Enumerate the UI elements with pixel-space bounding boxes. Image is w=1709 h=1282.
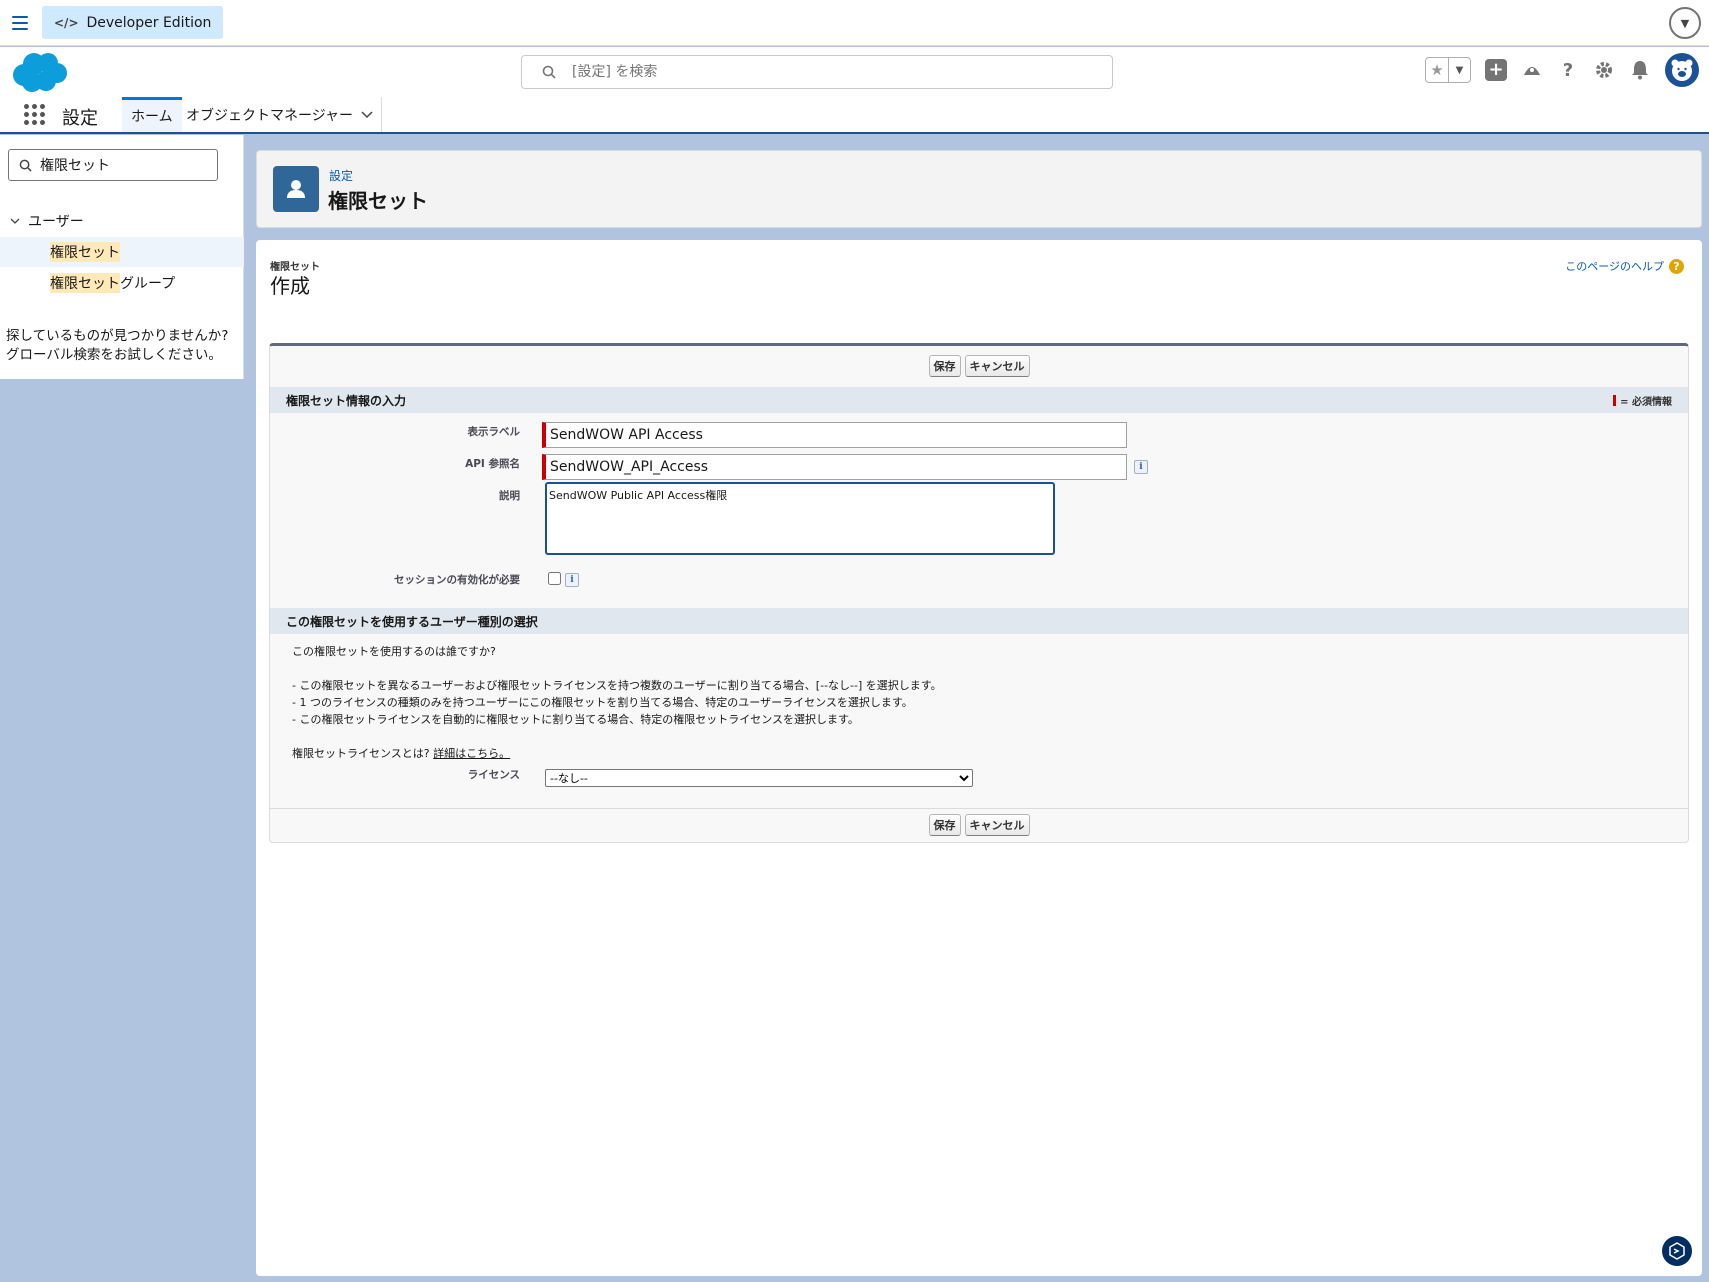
details-link[interactable]: 詳細はこちら。 xyxy=(433,747,510,760)
license-select[interactable]: --なし-- xyxy=(545,769,973,787)
quick-find-input[interactable] xyxy=(40,157,210,173)
divider xyxy=(270,808,1688,809)
user-type-bullet-2: - 1 つのライセンスの種類のみを持つユーザーにこの権限セットを割り当てる場合、… xyxy=(292,696,913,709)
help-icon[interactable]: ? xyxy=(1557,59,1579,81)
save-button[interactable]: 保存 xyxy=(928,355,961,377)
sidebar-help-line1: 探しているものが見つかりませんか? xyxy=(6,328,229,344)
license-help: 権限セットライセンスとは? 詳細はこちら。 xyxy=(292,745,510,762)
sidebar-item-highlight: 権限セット xyxy=(50,273,120,293)
tab-home-label: ホーム xyxy=(131,109,173,125)
global-search[interactable] xyxy=(521,55,1113,89)
main-content: 権限セット 作成 このページのヘルプ ? 保存 キャンセル 権限セット情報の入力… xyxy=(256,240,1702,1276)
api-name-input[interactable] xyxy=(542,454,1127,480)
favorites-dropdown-icon[interactable]: ▼ xyxy=(1448,58,1470,82)
top-bar: </> Developer Edition ▼ xyxy=(0,0,1709,46)
description-label: 説明 xyxy=(499,490,520,502)
search-icon xyxy=(542,65,556,79)
tree-group-label: ユーザー xyxy=(28,214,84,230)
trailhead-icon[interactable] xyxy=(1521,59,1543,81)
required-marker xyxy=(1613,395,1617,406)
save-button[interactable]: 保存 xyxy=(928,814,961,836)
section-title: この権限セットを使用するユーザー種別の選択 xyxy=(286,614,538,629)
user-type-bullet-3: - この権限セットライセンスを自動的に権限セットに割り当てる場合、特定の権限セッ… xyxy=(292,713,859,726)
label-field-input[interactable] xyxy=(542,422,1127,448)
page-help-link[interactable]: このページのヘルプ ? xyxy=(1565,258,1684,274)
chevron-down-icon[interactable] xyxy=(10,218,20,225)
tree-group-users[interactable]: ユーザー xyxy=(10,211,84,231)
bell-icon[interactable] xyxy=(1629,59,1651,81)
assistant-icon[interactable] xyxy=(1662,1236,1692,1266)
sidebar-item-permission-set-groups[interactable]: 権限セット グループ xyxy=(0,268,244,298)
session-required-label: セッションの有効化が必要 xyxy=(394,574,520,586)
cancel-button[interactable]: キャンセル xyxy=(964,814,1030,836)
edition-label: Developer Edition xyxy=(86,14,212,31)
global-search-input[interactable] xyxy=(572,64,1052,80)
gear-icon[interactable] xyxy=(1593,59,1615,81)
sidebar-help-text: 探しているものが見つかりませんか? グローバル検索をお試しください。 xyxy=(6,327,228,365)
favorites-star-icon[interactable]: ★ xyxy=(1426,58,1448,82)
setup-sidebar: ユーザー 権限セット 権限セットグループ 探しているものが見つかりませんか? グ… xyxy=(0,135,244,379)
license-question: 権限セットライセンスとは? xyxy=(292,747,430,760)
help-icon: ? xyxy=(1669,258,1684,274)
tab-object-manager[interactable]: オブジェクトマネージャー xyxy=(178,97,382,132)
add-icon[interactable]: + xyxy=(1485,59,1507,81)
avatar[interactable] xyxy=(1665,53,1699,87)
section-header-user-type: この権限セットを使用するユーザー種別の選択 xyxy=(270,608,1688,634)
edit-form-block: 保存 キャンセル 権限セット情報の入力 = 必須情報 表示ラベル API 参照名… xyxy=(269,343,1689,843)
quick-find[interactable] xyxy=(8,149,218,181)
bottom-button-row: 保存 キャンセル xyxy=(270,814,1688,836)
chevron-down-icon[interactable] xyxy=(361,110,373,119)
app-nav-bar: 設定 ホーム オブジェクトマネージャー xyxy=(0,97,1709,134)
app-name: 設定 xyxy=(62,108,98,129)
user-type-question: この権限セットを使用するのは誰ですか? xyxy=(292,645,496,658)
tab-home[interactable]: ホーム xyxy=(122,97,182,132)
header-icons: ★ ▼ + ? xyxy=(1425,53,1699,87)
developer-edition-badge[interactable]: </> Developer Edition xyxy=(42,6,224,39)
page-help-label: このページのヘルプ xyxy=(1565,260,1664,273)
hamburger-icon[interactable] xyxy=(10,12,30,34)
session-required-checkbox[interactable] xyxy=(548,572,561,585)
top-button-row: 保存 キャンセル xyxy=(270,355,1688,377)
license-label: ライセンス xyxy=(467,769,520,781)
cancel-button[interactable]: キャンセル xyxy=(964,355,1030,377)
search-icon xyxy=(19,159,32,172)
section-header-info: 権限セット情報の入力 = 必須情報 xyxy=(270,387,1688,413)
code-icon: </> xyxy=(54,15,79,30)
section-title: 権限セット情報の入力 xyxy=(286,393,407,408)
content-title: 作成 xyxy=(270,274,310,298)
user-type-bullet-1: - この権限セットを異なるユーザーおよび権限セットライセンスを持つ複数のユーザー… xyxy=(292,679,942,692)
required-legend: = 必須情報 xyxy=(1613,393,1672,408)
page-header: 設定 権限セット xyxy=(256,150,1702,228)
sidebar-item-permission-sets[interactable]: 権限セット xyxy=(0,237,244,267)
api-name-label: API 参照名 xyxy=(465,458,520,470)
required-legend-text: = 必須情報 xyxy=(1620,397,1672,408)
info-icon[interactable]: i xyxy=(565,573,579,587)
page-title: 権限セット xyxy=(328,189,428,213)
salesforce-logo[interactable] xyxy=(10,51,68,97)
user-icon xyxy=(273,166,319,212)
favorites-button[interactable]: ★ ▼ xyxy=(1425,57,1471,83)
global-header: ★ ▼ + ? xyxy=(0,47,1709,97)
app-launcher-icon[interactable] xyxy=(24,104,45,125)
description-textarea[interactable]: SendWOW Public API Access権限 xyxy=(545,482,1055,555)
page-header-breadcrumb[interactable]: 設定 xyxy=(329,167,353,184)
chevron-down-icon[interactable]: ▼ xyxy=(1669,7,1701,39)
sidebar-help-line2: グローバル検索をお試しください。 xyxy=(6,347,222,363)
sidebar-item-rest: グループ xyxy=(120,276,176,292)
tab-object-manager-label: オブジェクトマネージャー xyxy=(186,107,354,124)
info-icon[interactable]: i xyxy=(1134,460,1148,474)
sidebar-item-highlight: 権限セット xyxy=(50,242,120,262)
label-field-label: 表示ラベル xyxy=(467,426,521,438)
